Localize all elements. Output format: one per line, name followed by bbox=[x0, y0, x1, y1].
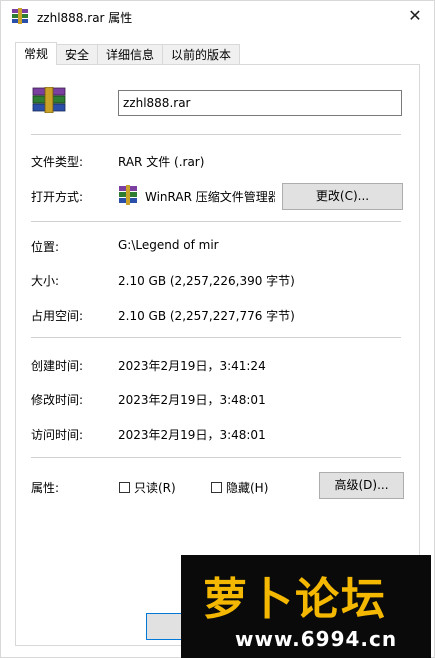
properties-dialog: zzhl888.rar 属性 ✕ 常规 安全 详细信息 以前的版本 zzhl88… bbox=[0, 0, 435, 658]
tab-general[interactable]: 常规 bbox=[15, 42, 58, 65]
size-label: 大小: bbox=[31, 274, 60, 288]
banner-url: www.6994.cn bbox=[235, 627, 398, 651]
location-label: 位置: bbox=[31, 240, 60, 254]
location-value: G:\Legend of mir bbox=[118, 238, 219, 252]
advanced-button[interactable]: 高级(D)... bbox=[319, 472, 404, 499]
file-name-field[interactable]: zzhl888.rar bbox=[118, 90, 402, 116]
size-on-disk-label: 占用空间: bbox=[31, 309, 84, 323]
window-title: zzhl888.rar 属性 bbox=[37, 11, 133, 25]
open-with-label: 打开方式: bbox=[31, 190, 84, 204]
banner-title: 萝卜论坛 bbox=[203, 574, 387, 625]
tab-previous-versions[interactable]: 以前的版本 bbox=[162, 44, 241, 65]
watermark-banner: 萝卜论坛 www.6994.cn bbox=[181, 555, 431, 658]
tab-strip: 常规 安全 详细信息 以前的版本 bbox=[15, 42, 241, 65]
file-type-value: RAR 文件 (.rar) bbox=[118, 155, 205, 169]
tab-security[interactable]: 安全 bbox=[56, 44, 99, 65]
size-on-disk-value: 2.10 GB (2,257,227,776 字节) bbox=[118, 309, 295, 323]
accessed-label: 访问时间: bbox=[31, 428, 84, 442]
attributes-label: 属性: bbox=[31, 481, 60, 495]
title-bar[interactable]: zzhl888.rar 属性 ✕ bbox=[1, 1, 434, 33]
change-button[interactable]: 更改(C)... bbox=[282, 183, 403, 210]
separator bbox=[31, 337, 401, 338]
close-icon: ✕ bbox=[408, 6, 422, 25]
close-button[interactable]: ✕ bbox=[400, 3, 430, 29]
file-type-label: 文件类型: bbox=[31, 155, 84, 169]
winrar-app-icon bbox=[119, 185, 137, 205]
modified-label: 修改时间: bbox=[31, 393, 84, 407]
open-with-value: WinRAR 压缩文件管理器 bbox=[145, 190, 275, 204]
accessed-value: 2023年2月19日，3:48:01 bbox=[118, 428, 266, 442]
separator bbox=[31, 221, 401, 222]
winrar-archive-icon bbox=[32, 87, 66, 113]
hidden-checkbox[interactable] bbox=[211, 482, 222, 493]
separator bbox=[31, 457, 401, 458]
tab-details[interactable]: 详细信息 bbox=[97, 44, 164, 65]
winrar-archive-icon bbox=[12, 8, 28, 24]
size-value: 2.10 GB (2,257,226,390 字节) bbox=[118, 274, 295, 288]
readonly-label[interactable]: 只读(R) bbox=[134, 479, 176, 496]
modified-value: 2023年2月19日，3:48:01 bbox=[118, 393, 266, 407]
created-label: 创建时间: bbox=[31, 359, 84, 373]
readonly-checkbox[interactable] bbox=[119, 482, 130, 493]
separator bbox=[31, 134, 401, 135]
hidden-label[interactable]: 隐藏(H) bbox=[226, 479, 268, 496]
created-value: 2023年2月19日，3:41:24 bbox=[118, 359, 266, 373]
